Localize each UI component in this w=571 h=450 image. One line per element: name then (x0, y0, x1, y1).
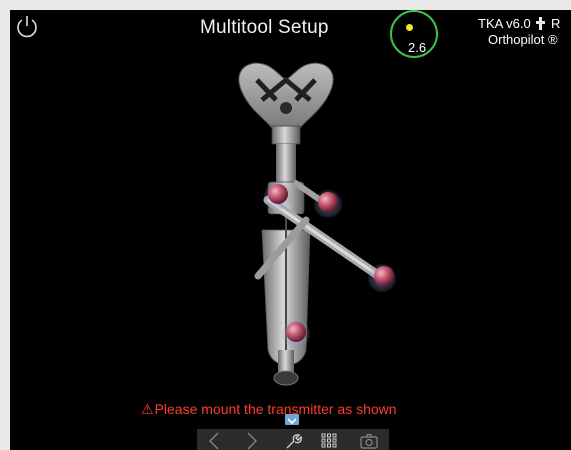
grid-icon[interactable] (317, 431, 341, 450)
transmitter-icon (536, 17, 546, 30)
bottom-toolbar (197, 429, 389, 450)
product-label: Orthopilot ® (488, 32, 558, 47)
page-title: Multitool Setup (200, 17, 329, 38)
transmitter-heart-plate (238, 62, 334, 145)
chevron-left-icon[interactable] (203, 431, 227, 450)
marker-sphere (368, 264, 396, 292)
wrench-icon[interactable] (281, 431, 305, 450)
window-frame-left (0, 0, 10, 450)
chevron-right-icon[interactable] (239, 431, 263, 450)
marker-sphere (264, 182, 292, 210)
product-extra: ® (548, 32, 558, 47)
window-frame-top (0, 0, 571, 10)
marker-sphere (282, 320, 310, 348)
power-icon[interactable] (13, 13, 41, 41)
expand-toolbar-button[interactable] (285, 414, 299, 425)
version-text: TKA v6.0 (478, 16, 531, 31)
marker-sphere (314, 190, 342, 218)
multitool-3d-model (238, 62, 396, 386)
version-extra: R (551, 16, 561, 31)
tracking-dot-icon (406, 24, 413, 31)
product-text: Orthopilot (488, 32, 545, 47)
camera-icon[interactable] (357, 431, 381, 450)
header-bar: Multitool Setup 2.6 TKA v6.0 R Orthopilo… (10, 10, 571, 58)
warning-message: ⚠Please mount the transmitter as shown (141, 401, 397, 418)
chevron-down-icon (287, 418, 297, 425)
warning-icon: ⚠ (141, 401, 154, 417)
version-label: TKA v6.0 R (478, 16, 560, 31)
warning-text: Please mount the transmitter as shown (154, 401, 397, 417)
